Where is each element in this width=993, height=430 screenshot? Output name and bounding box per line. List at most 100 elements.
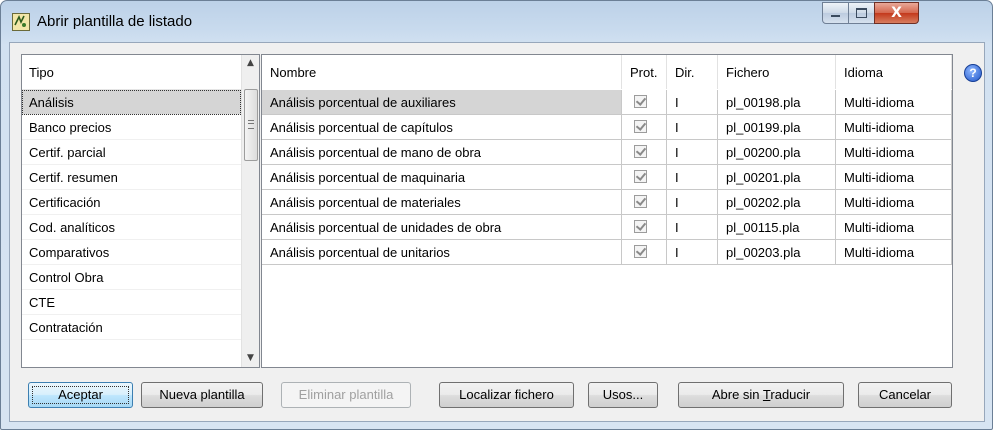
cell-fichero[interactable]: pl_00115.pla	[718, 215, 836, 240]
column-header-fichero[interactable]: Fichero	[718, 55, 836, 89]
cell-nombre-text: Análisis porcentual de unitarios	[270, 245, 450, 260]
aceptar-button[interactable]: Aceptar	[28, 382, 133, 408]
tipo-list-item-label: CTE	[29, 295, 55, 310]
cell-dir[interactable]: I	[667, 240, 718, 265]
abre-sin-traducir-button[interactable]: Abre sin Traducir	[678, 382, 844, 408]
tipo-list-scrollbar[interactable]: ▲ ▼	[241, 55, 259, 367]
cell-fichero[interactable]: pl_00199.pla	[718, 115, 836, 140]
close-button[interactable]: X	[874, 2, 919, 24]
grid-rows: Análisis porcentual de auxiliares Ipl_001…	[262, 90, 952, 265]
cell-fichero-text: pl_00202.pla	[726, 195, 801, 210]
dialog-client-area: Tipo Análisis Banco precios Certif. parcia…	[9, 42, 985, 422]
localizar-fichero-button[interactable]: Localizar fichero	[439, 382, 574, 408]
tipo-list-item[interactable]: Comparativos	[22, 240, 241, 265]
tipo-list-item-label: Certif. parcial	[29, 145, 106, 160]
tipo-list-item[interactable]: Control Obra	[22, 265, 241, 290]
minimize-button[interactable]	[822, 2, 849, 24]
plantillas-grid[interactable]: Nombre Prot. Dir. Fichero Idioma Análisi…	[261, 54, 953, 368]
tipo-list[interactable]: Tipo Análisis Banco precios Certif. parcia…	[21, 54, 260, 368]
cell-idioma-text: Multi-idioma	[844, 195, 915, 210]
cell-idioma[interactable]: Multi-idioma	[836, 90, 952, 115]
cell-fichero-text: pl_00203.pla	[726, 245, 801, 260]
column-header-nombre[interactable]: Nombre	[262, 55, 622, 89]
tipo-list-item[interactable]: Contratación	[22, 315, 241, 340]
cell-idioma[interactable]: Multi-idioma	[836, 215, 952, 240]
close-icon: X	[891, 5, 902, 21]
cell-nombre[interactable]: Análisis porcentual de unidades de obra	[262, 215, 622, 240]
scroll-up-arrow-icon[interactable]: ▲	[242, 55, 259, 72]
tipo-list-item[interactable]: Certificación	[22, 190, 241, 215]
cell-fichero[interactable]: pl_00200.pla	[718, 140, 836, 165]
grid-row[interactable]: Análisis porcentual de capítulos Ipl_0019…	[262, 115, 952, 140]
cell-idioma[interactable]: Multi-idioma	[836, 140, 952, 165]
cell-prot[interactable]	[622, 240, 667, 265]
tipo-list-item-label: Banco precios	[29, 120, 112, 135]
grid-row[interactable]: Análisis porcentual de unitarios Ipl_0020…	[262, 240, 952, 265]
eliminar-plantilla-button[interactable]: Eliminar plantilla	[281, 382, 411, 408]
cancelar-button[interactable]: Cancelar	[858, 382, 952, 408]
cell-idioma[interactable]: Multi-idioma	[836, 165, 952, 190]
cell-nombre[interactable]: Análisis porcentual de mano de obra	[262, 140, 622, 165]
cell-fichero[interactable]: pl_00203.pla	[718, 240, 836, 265]
cell-prot[interactable]	[622, 115, 667, 140]
cell-dir[interactable]: I	[667, 190, 718, 215]
cell-fichero-text: pl_00199.pla	[726, 120, 801, 135]
cell-fichero[interactable]: pl_00198.pla	[718, 90, 836, 115]
help-icon[interactable]: ?	[964, 64, 982, 82]
cell-prot[interactable]	[622, 190, 667, 215]
cell-nombre[interactable]: Análisis porcentual de auxiliares	[262, 90, 622, 115]
tipo-list-item[interactable]: Banco precios	[22, 115, 241, 140]
tipo-list-item[interactable]: Certif. resumen	[22, 165, 241, 190]
scroll-thumb[interactable]	[244, 89, 258, 161]
prot-checkbox	[634, 195, 647, 208]
cell-dir[interactable]: I	[667, 115, 718, 140]
scroll-grip-icon	[248, 120, 254, 129]
cell-dir[interactable]: I	[667, 165, 718, 190]
cell-fichero[interactable]: pl_00201.pla	[718, 165, 836, 190]
scroll-down-arrow-icon[interactable]: ▼	[242, 350, 259, 367]
column-header-dir[interactable]: Dir.	[667, 55, 718, 89]
cell-nombre[interactable]: Análisis porcentual de maquinaria	[262, 165, 622, 190]
cell-fichero-text: pl_00200.pla	[726, 145, 801, 160]
cell-dir[interactable]: I	[667, 90, 718, 115]
cell-prot[interactable]	[622, 165, 667, 190]
column-header-idioma[interactable]: Idioma	[836, 55, 952, 89]
cell-idioma[interactable]: Multi-idioma	[836, 190, 952, 215]
cell-prot[interactable]	[622, 90, 667, 115]
grid-row[interactable]: Análisis porcentual de auxiliares Ipl_001…	[262, 90, 952, 115]
grid-row[interactable]: Análisis porcentual de maquinaria Ipl_002…	[262, 165, 952, 190]
cell-idioma-text: Multi-idioma	[844, 245, 915, 260]
cell-dir-text: I	[675, 245, 679, 260]
column-header-prot[interactable]: Prot.	[622, 55, 667, 89]
cell-dir[interactable]: I	[667, 140, 718, 165]
cell-dir-text: I	[675, 170, 679, 185]
usos-button[interactable]: Usos...	[588, 382, 658, 408]
prot-checkbox	[634, 245, 647, 258]
tipo-list-item[interactable]: Cod. analíticos	[22, 215, 241, 240]
cell-nombre[interactable]: Análisis porcentual de unitarios	[262, 240, 622, 265]
cell-prot[interactable]	[622, 140, 667, 165]
tipo-list-item[interactable]: Análisis	[22, 90, 241, 115]
cell-idioma-text: Multi-idioma	[844, 220, 915, 235]
dialog-window: Abrir plantilla de listado X Tipo Anális…	[0, 0, 993, 430]
cell-nombre-text: Análisis porcentual de auxiliares	[270, 95, 456, 110]
grid-row[interactable]: Análisis porcentual de unidades de obra I…	[262, 215, 952, 240]
tipo-list-item[interactable]: Certif. parcial	[22, 140, 241, 165]
maximize-button[interactable]	[848, 2, 875, 24]
tipo-list-header[interactable]: Tipo	[22, 55, 241, 90]
title-bar[interactable]: Abrir plantilla de listado X	[1, 1, 992, 41]
cell-nombre-text: Análisis porcentual de mano de obra	[270, 145, 482, 160]
grid-row[interactable]: Análisis porcentual de materiales Ipl_002…	[262, 190, 952, 215]
cell-nombre[interactable]: Análisis porcentual de materiales	[262, 190, 622, 215]
cell-nombre-text: Análisis porcentual de materiales	[270, 195, 461, 210]
grid-row[interactable]: Análisis porcentual de mano de obra Ipl_0…	[262, 140, 952, 165]
cell-nombre[interactable]: Análisis porcentual de capítulos	[262, 115, 622, 140]
cell-idioma[interactable]: Multi-idioma	[836, 115, 952, 140]
nueva-plantilla-button[interactable]: Nueva plantilla	[141, 382, 263, 408]
tipo-list-item[interactable]: CTE	[22, 290, 241, 315]
cell-prot[interactable]	[622, 215, 667, 240]
window-title: Abrir plantilla de listado	[37, 13, 193, 30]
cell-dir[interactable]: I	[667, 215, 718, 240]
cell-fichero[interactable]: pl_00202.pla	[718, 190, 836, 215]
cell-idioma[interactable]: Multi-idioma	[836, 240, 952, 265]
